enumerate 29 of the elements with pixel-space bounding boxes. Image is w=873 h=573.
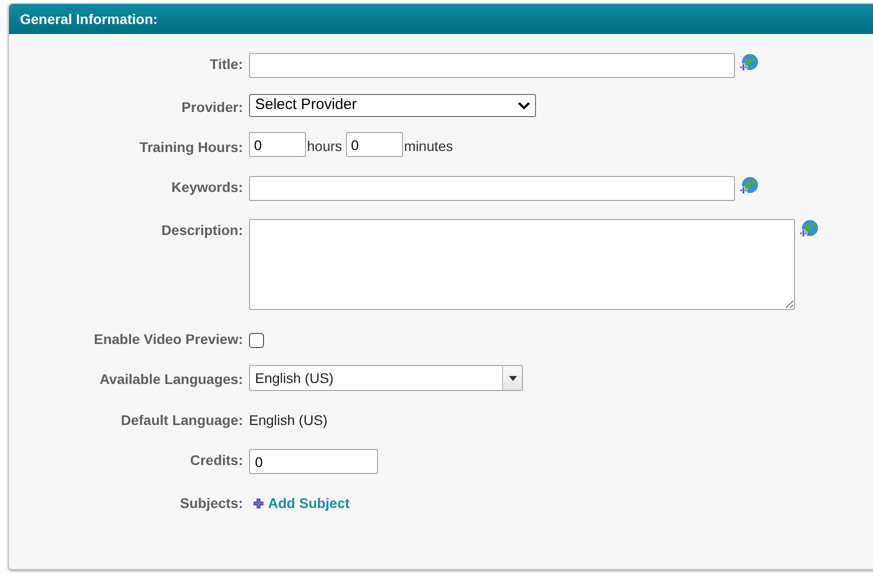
field-label: Training Hours: [138, 138, 244, 157]
field-label: Credits: [189, 451, 244, 470]
globe-plus-icon[interactable] [799, 219, 819, 239]
unit-label: minutes [404, 137, 454, 156]
field-label: Available Languages: [98, 370, 244, 389]
provider-select[interactable]: Select Provider [249, 94, 536, 117]
checkbox[interactable] [249, 333, 264, 348]
plus-icon [253, 498, 264, 509]
unit-label: hours [307, 137, 342, 156]
globe-plus-icon[interactable] [739, 53, 759, 73]
field-value: English (US) [249, 411, 328, 430]
panel-title: General Information: [20, 10, 158, 28]
field-label: Default Language: [120, 411, 244, 430]
chevron-down-icon [518, 102, 530, 110]
caret-down-icon [508, 376, 516, 380]
hours-input[interactable]: 0 [249, 132, 306, 157]
field-label: Keywords: [170, 178, 244, 197]
field-label: Description: [160, 221, 244, 240]
field-label: Subjects: [178, 494, 244, 513]
text-input[interactable] [249, 176, 735, 201]
globe-plus-icon[interactable] [739, 176, 759, 196]
field-label: Enable Video Preview: [92, 330, 244, 349]
field-label: Provider: [180, 98, 244, 117]
minutes-input[interactable]: 0 [346, 132, 404, 157]
text-input[interactable] [249, 53, 735, 78]
add-subject-link[interactable]: Add Subject [249, 492, 350, 514]
language-dropdown[interactable]: English (US) [249, 365, 523, 391]
field-label: Title: [208, 55, 244, 74]
credits-input[interactable]: 0 [249, 449, 378, 474]
